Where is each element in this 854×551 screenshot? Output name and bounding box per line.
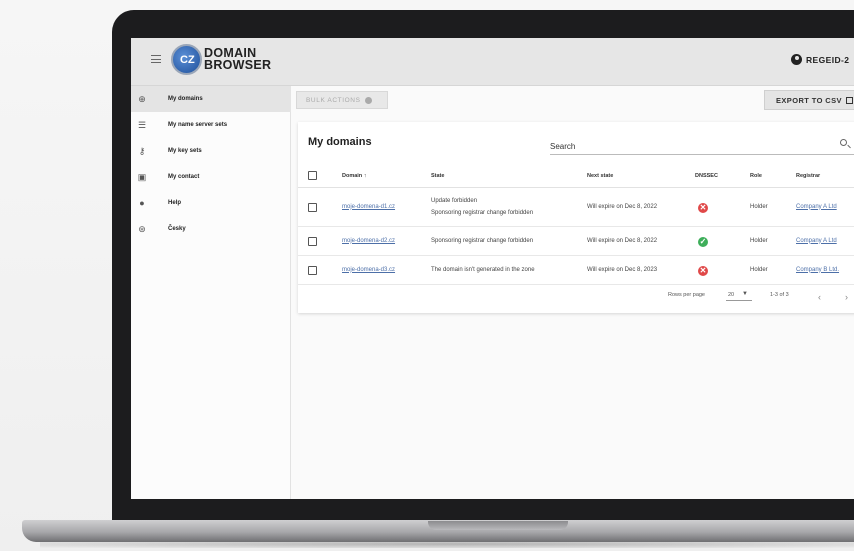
sidebar-item-label: My contact [168, 174, 200, 180]
role-text: Holder [750, 237, 768, 244]
select-all-checkbox[interactable] [308, 171, 317, 180]
search-input[interactable]: Search [550, 142, 575, 151]
logo-text-line2: BROWSER [204, 58, 272, 72]
sidebar-item-label: My domains [168, 96, 203, 102]
registrar-link[interactable]: Company A Ltd [796, 204, 837, 210]
state-text: Sponsoring registrar change forbidden [431, 209, 534, 216]
row-checkbox[interactable] [308, 236, 317, 246]
rows-per-page-select[interactable]: 20 ▼ [726, 289, 752, 301]
column-header-role[interactable]: Role [750, 173, 762, 179]
previous-page-icon[interactable]: ‹ [818, 292, 821, 302]
next-page-icon[interactable]: › [845, 292, 848, 302]
logo-emblem-icon: CZ [171, 44, 202, 75]
dnssec-error-icon: ✕ [698, 202, 708, 213]
next-state-text: Will expire on Dec 8, 2023 [587, 266, 658, 273]
contact-card-icon: ▣ [137, 172, 147, 182]
column-header-registrar[interactable]: Registrar [796, 173, 820, 179]
column-header-state[interactable]: State [431, 173, 444, 179]
next-state-text: Will expire on Dec 8, 2022 [587, 237, 658, 244]
row-checkbox[interactable] [308, 202, 317, 212]
screen: CZ DOMAIN BROWSER REGEID-2 ⊕ My domains ☰ M… [131, 38, 854, 499]
sidebar-item[interactable]: ⚷ My key sets [131, 138, 291, 164]
search-underline [550, 154, 854, 155]
state-text: Update forbidden [431, 197, 478, 204]
export-csv-label: EXPORT TO CSV [776, 95, 842, 105]
sidebar-item[interactable]: ▣ My contact [131, 164, 291, 190]
account-icon [791, 54, 802, 65]
next-state-text: Will expire on Dec 8, 2022 [587, 203, 658, 210]
domain-link[interactable]: moje-domena-d1.cz [342, 204, 395, 210]
domains-card: My domains Search Domain ↑ State Next st… [298, 122, 854, 313]
sidebar-item-label: My name server sets [168, 122, 228, 128]
sort-arrow-up-icon: ↑ [363, 173, 367, 179]
column-header-domain[interactable]: Domain ↑ [342, 173, 366, 179]
column-header-dnssec[interactable]: DNSSEC [695, 173, 718, 179]
user-label: REGEID-2 [806, 54, 850, 65]
sidebar-item-label: Česky [168, 226, 186, 232]
sidebar-item-label: Help [168, 200, 182, 206]
help-icon: ● [139, 198, 145, 208]
dnssec-error-icon: ✕ [698, 265, 708, 276]
rows-per-page-value: 20 [728, 292, 735, 298]
sidebar-item[interactable]: ☰ My name server sets [131, 112, 291, 138]
sidebar-item[interactable]: ● Help [131, 190, 291, 216]
registrar-link[interactable]: Company A Ltd [796, 238, 837, 244]
logo[interactable]: CZ DOMAIN BROWSER [171, 44, 281, 78]
table-header: Domain ↑ State Next state DNSSEC Role Re… [298, 164, 854, 188]
language-globe-icon: ⊛ [138, 224, 146, 234]
state-text: The domain isn't generated in the zone [431, 266, 535, 273]
domain-link[interactable]: moje-domena-d3.cz [342, 267, 395, 273]
dnssec-ok-icon: ✓ [698, 236, 708, 247]
app-bar: CZ DOMAIN BROWSER REGEID-2 [131, 38, 854, 86]
sidebar-item[interactable]: ⊕ My domains [131, 86, 291, 112]
bulk-actions-dropdown-icon [364, 96, 372, 104]
state-text: Sponsoring registrar change forbidden [431, 237, 534, 244]
laptop-notch [428, 521, 568, 530]
search-icon[interactable] [840, 139, 847, 146]
role-text: Holder [750, 203, 768, 210]
bulk-actions-label: BULK ACTIONS [306, 96, 361, 104]
server-icon: ☰ [137, 120, 147, 130]
role-text: Holder [750, 266, 768, 273]
sidebar-item[interactable]: ⊛ Česky [131, 216, 291, 242]
column-header-next-state[interactable]: Next state [587, 173, 613, 179]
caret-down-icon: ▼ [742, 291, 748, 297]
table-row: moje-domena-d1.cz Update forbidden Sponsor… [298, 188, 854, 227]
menu-icon[interactable] [151, 55, 161, 63]
sidebar: ⊕ My domains ☰ My name server sets ⚷ My key s… [131, 86, 291, 499]
globe-icon: ⊕ [138, 94, 146, 104]
registrar-link[interactable]: Company B Ltd. [796, 267, 839, 273]
user-menu[interactable]: REGEID-2 [791, 54, 849, 65]
stage: CZ DOMAIN BROWSER REGEID-2 ⊕ My domains ☰ M… [0, 0, 854, 551]
column-header-domain-label: Domain [342, 173, 363, 179]
logo-badge: CZ [180, 54, 195, 66]
bulk-actions-button[interactable]: BULK ACTIONS [296, 91, 388, 109]
domain-link[interactable]: moje-domena-d2.cz [342, 238, 395, 244]
sidebar-item-label: My key sets [168, 148, 202, 154]
logo-text: DOMAIN BROWSER [204, 47, 272, 72]
export-csv-button[interactable]: EXPORT TO CSV [764, 90, 854, 110]
row-checkbox[interactable] [308, 265, 317, 275]
pagination: Rows per page 20 ▼ 1-3 of 3 ‹ › [298, 287, 854, 307]
table-row: moje-domena-d2.cz Sponsoring registrar ch… [298, 227, 854, 256]
table-row: moje-domena-d3.cz The domain isn't genera… [298, 256, 854, 285]
key-icon: ⚷ [138, 146, 146, 156]
pagination-range: 1-3 of 3 [770, 292, 789, 298]
rows-per-page-label: Rows per page [668, 292, 705, 298]
card-title: My domains [308, 136, 372, 148]
table-export-icon [845, 96, 853, 104]
